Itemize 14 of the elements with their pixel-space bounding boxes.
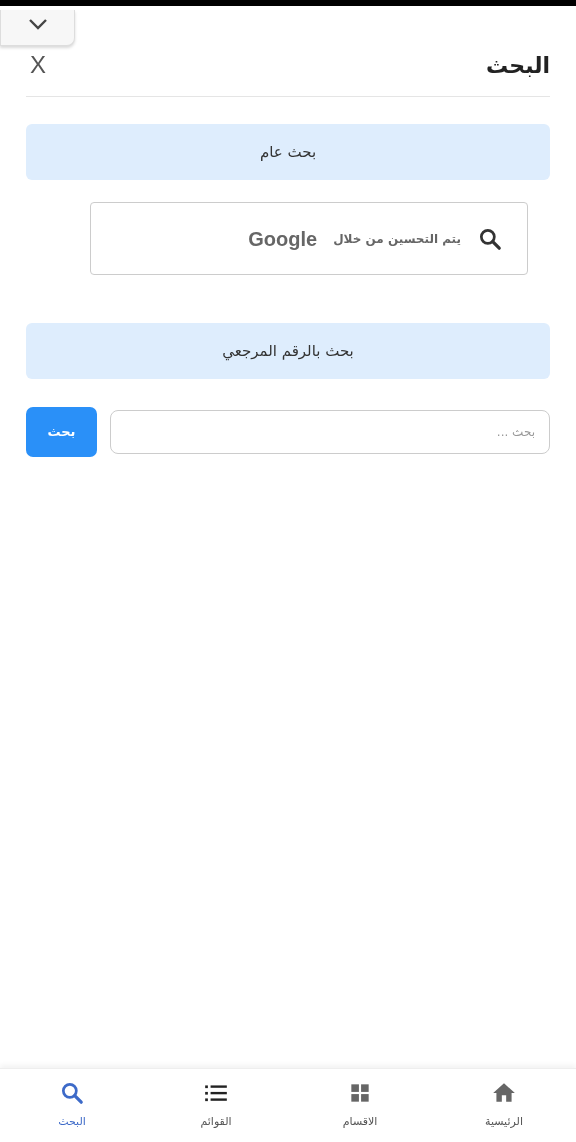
section-heading: بحث عام xyxy=(26,124,550,180)
collapse-tab[interactable] xyxy=(0,10,75,46)
nav-tab[interactable]: الاقسام xyxy=(288,1069,432,1142)
nav-tab[interactable]: البحث xyxy=(0,1069,144,1142)
google-wordmark: Google xyxy=(248,226,318,252)
section-heading: بحث بالرقم المرجعي xyxy=(26,323,550,379)
nav-tab[interactable]: الرئيسية xyxy=(432,1069,576,1142)
search-icon xyxy=(59,1080,85,1107)
chevron-down-icon xyxy=(27,18,48,30)
nav-tab[interactable]: القوائم xyxy=(144,1069,288,1142)
powered-by-text: يتم التحسين من خلال xyxy=(333,230,461,248)
search-field[interactable]: بحث ... xyxy=(110,410,550,454)
page-title: البحث xyxy=(486,51,550,80)
close-button[interactable]: X xyxy=(26,53,50,77)
